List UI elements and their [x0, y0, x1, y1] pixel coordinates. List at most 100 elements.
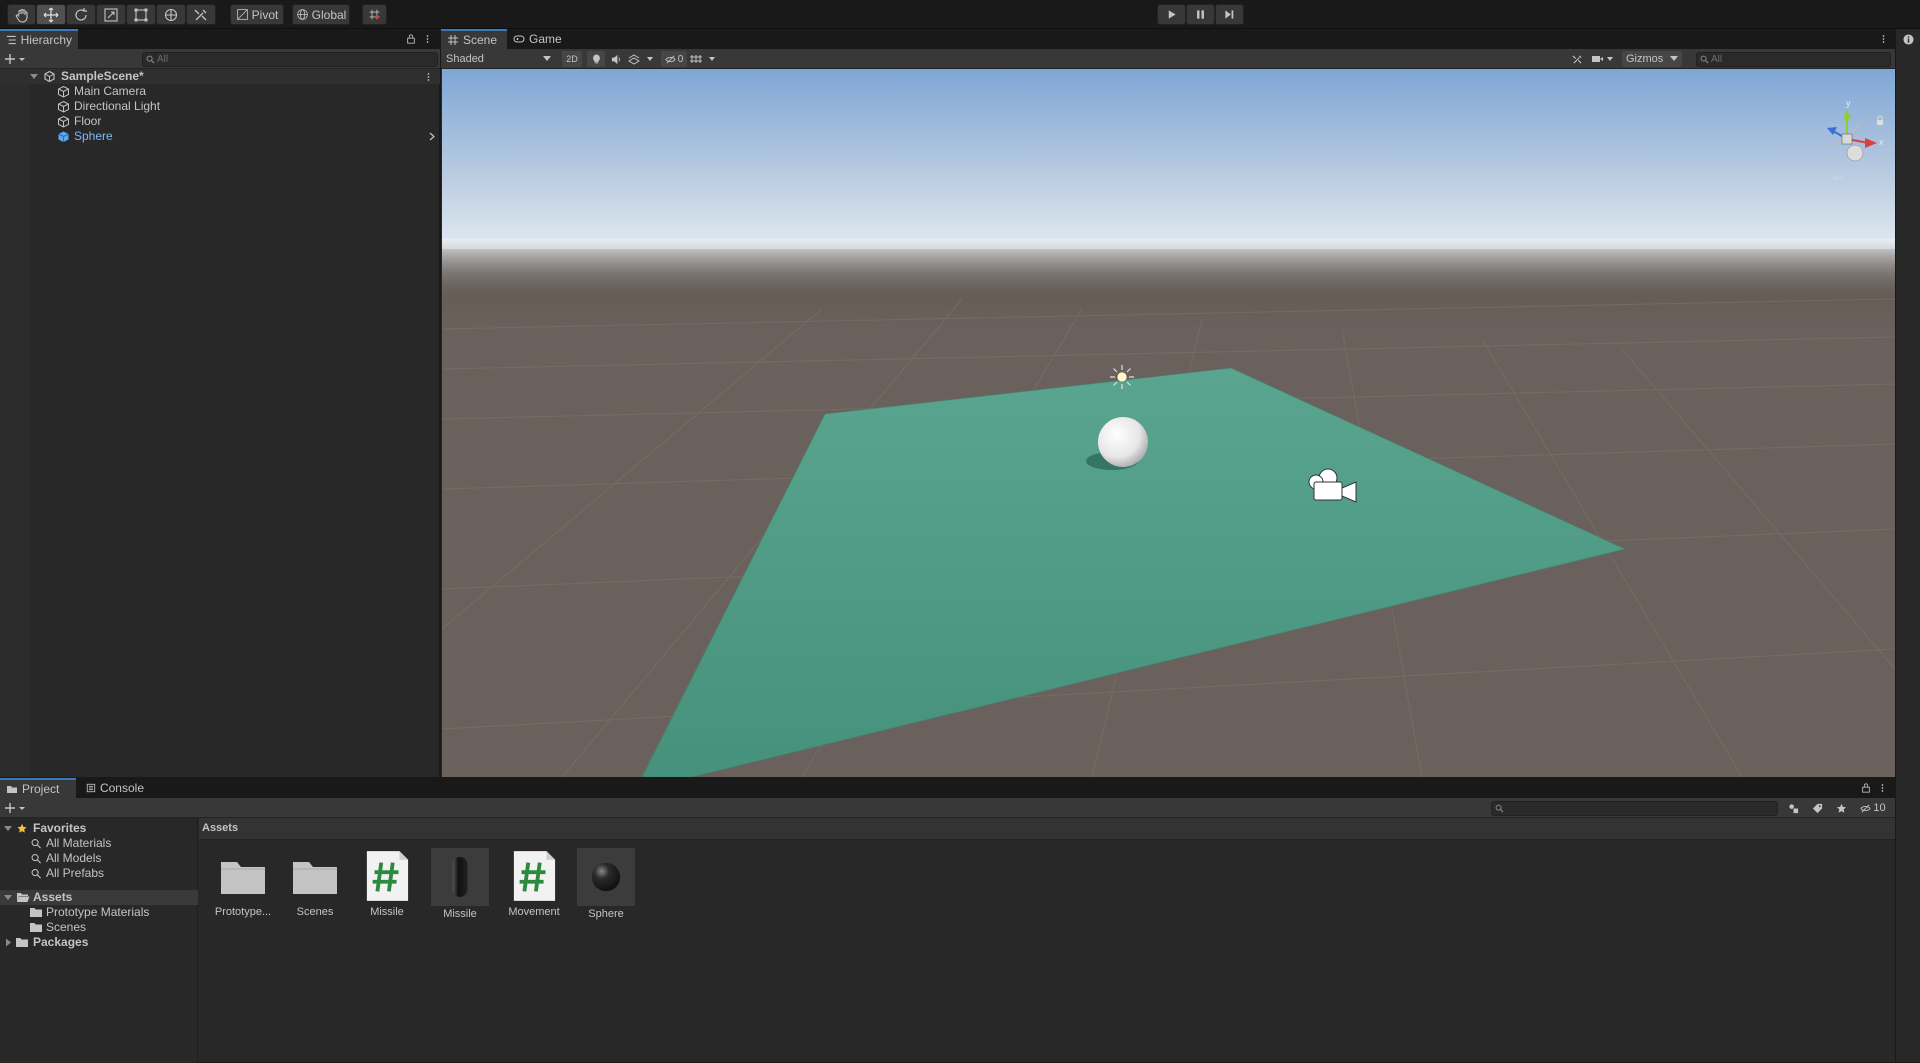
- step-icon: [1225, 10, 1234, 19]
- grid-snap-icon: [369, 9, 380, 20]
- hierarchy-search-input[interactable]: All: [142, 52, 438, 67]
- rotate-icon: [75, 7, 87, 21]
- mode-2d-toggle[interactable]: 2D: [562, 51, 582, 67]
- hierarchy-item-label: Sphere: [74, 129, 113, 143]
- hierarchy-item-directional-light[interactable]: Directional Light: [0, 99, 440, 114]
- dropdown-arrow-icon: [543, 56, 551, 61]
- search-by-type-icon[interactable]: [1784, 800, 1802, 816]
- lighting-toggle[interactable]: [587, 51, 605, 67]
- asset-tile[interactable]: Prototype...: [211, 848, 275, 918]
- hierarchy-item-main-camera[interactable]: Main Camera: [0, 84, 440, 99]
- sphere-thumbnail: [577, 848, 635, 906]
- packages-row[interactable]: Packages: [0, 935, 198, 950]
- tab-hierarchy[interactable]: Hierarchy: [0, 29, 78, 49]
- pause-button[interactable]: [1186, 4, 1215, 25]
- gameobject-cube-icon: [58, 115, 69, 128]
- info-icon[interactable]: [1902, 33, 1914, 45]
- play-button[interactable]: [1157, 4, 1186, 25]
- favorites-row[interactable]: Favorites: [0, 821, 198, 836]
- search-icon: [31, 869, 41, 879]
- breadcrumb[interactable]: Assets: [202, 822, 238, 834]
- scene-render: y x: [442, 69, 1895, 777]
- assets-row[interactable]: Assets: [0, 890, 198, 905]
- csharp-script-icon: [363, 848, 411, 904]
- favorite-all-prefabs[interactable]: All Prefabs: [0, 866, 198, 881]
- asset-tile[interactable]: Sphere: [574, 848, 638, 920]
- gameobject-cube-icon: [58, 85, 69, 98]
- tools-icon: [1572, 54, 1582, 64]
- gizmos-dropdown[interactable]: Gizmos: [1622, 51, 1682, 67]
- favorite-all-materials[interactable]: All Materials: [0, 836, 198, 851]
- collapsed-arrow-icon[interactable]: [5, 937, 12, 948]
- grid-toggle[interactable]: [689, 51, 719, 67]
- lock-icon[interactable]: [1860, 781, 1872, 795]
- kebab-menu-icon[interactable]: [1878, 32, 1888, 46]
- scale-tool-button[interactable]: [96, 4, 126, 25]
- tab-console[interactable]: Console: [80, 778, 150, 798]
- folder-prototype-materials[interactable]: Prototype Materials: [0, 905, 198, 920]
- effects-dropdown[interactable]: [627, 51, 657, 67]
- project-search-input[interactable]: [1491, 801, 1778, 816]
- plus-dropdown-icon: [5, 54, 25, 64]
- tab-scene-label: Scene: [463, 33, 498, 47]
- folder-scenes[interactable]: Scenes: [0, 920, 198, 935]
- tab-game-label: Game: [529, 32, 562, 46]
- tab-game[interactable]: Game: [507, 29, 569, 49]
- lock-icon[interactable]: [405, 32, 417, 46]
- play-icon: [1168, 10, 1176, 19]
- custom-tool-button[interactable]: [186, 4, 216, 25]
- audio-toggle[interactable]: [607, 51, 625, 67]
- hidden-packages-toggle[interactable]: 10: [1856, 800, 1890, 816]
- scene-search-input[interactable]: All: [1696, 52, 1891, 67]
- plus-dropdown-icon: [5, 803, 25, 813]
- directional-light-gizmo: [1110, 365, 1134, 389]
- search-icon: [31, 854, 41, 864]
- scene-row[interactable]: SampleScene*: [0, 69, 440, 84]
- video-camera-icon: [1592, 56, 1613, 62]
- step-button[interactable]: [1215, 4, 1244, 25]
- shading-mode-label: Shaded: [446, 53, 484, 65]
- search-by-label-icon[interactable]: [1808, 800, 1826, 816]
- global-toggle[interactable]: Global: [292, 4, 350, 25]
- project-folder-tree: Favorites All Materials All Models All P…: [0, 818, 198, 1063]
- shading-mode-dropdown[interactable]: Shaded: [443, 51, 555, 67]
- hierarchy-item-floor[interactable]: Floor: [0, 114, 440, 129]
- add-object-button[interactable]: [4, 52, 28, 66]
- asset-tile[interactable]: Scenes: [283, 848, 347, 918]
- hierarchy-item-sphere[interactable]: Sphere: [0, 129, 440, 144]
- gizmos-label: Gizmos: [1626, 53, 1664, 65]
- create-asset-button[interactable]: [4, 801, 28, 815]
- expand-arrow-icon[interactable]: [30, 70, 38, 83]
- gameobject-cube-icon: [58, 100, 69, 113]
- asset-tile[interactable]: Missile: [428, 848, 492, 920]
- pivot-toggle[interactable]: Pivot: [230, 4, 284, 25]
- asset-tile[interactable]: Movement: [502, 848, 566, 918]
- expand-arrow-icon[interactable]: [4, 823, 12, 834]
- scene-tools-toggle[interactable]: [1568, 51, 1586, 67]
- tools-icon: [194, 9, 207, 20]
- hand-tool-button[interactable]: [7, 4, 36, 25]
- move-tool-button[interactable]: [36, 4, 66, 25]
- prefab-cube-icon: [58, 131, 69, 142]
- rotate-tool-button[interactable]: [66, 4, 96, 25]
- folder-icon: [30, 923, 42, 932]
- favorite-star-icon[interactable]: [1832, 800, 1850, 816]
- chevron-right-icon[interactable]: [428, 130, 436, 143]
- expand-arrow-icon[interactable]: [4, 892, 12, 903]
- favorite-all-models[interactable]: All Models: [0, 851, 198, 866]
- rect-tool-button[interactable]: [126, 4, 156, 25]
- pivot-label: Pivot: [251, 7, 279, 22]
- kebab-menu-icon[interactable]: [422, 32, 432, 46]
- scene-menu-icon[interactable]: [426, 70, 430, 83]
- asset-tile[interactable]: Missile: [355, 848, 419, 918]
- tab-project[interactable]: Project: [0, 778, 76, 798]
- kebab-menu-icon[interactable]: [1877, 781, 1887, 795]
- hierarchy-subbar: All: [0, 49, 440, 69]
- hidden-objects-toggle[interactable]: 0: [661, 51, 687, 67]
- scene-viewport[interactable]: y x: [442, 69, 1895, 777]
- grid-snap-button[interactable]: [362, 4, 387, 25]
- csharp-script-icon: [510, 848, 558, 904]
- tab-scene[interactable]: Scene: [441, 29, 507, 49]
- camera-settings-dropdown[interactable]: [1591, 51, 1617, 67]
- transform-tool-button[interactable]: [156, 4, 186, 25]
